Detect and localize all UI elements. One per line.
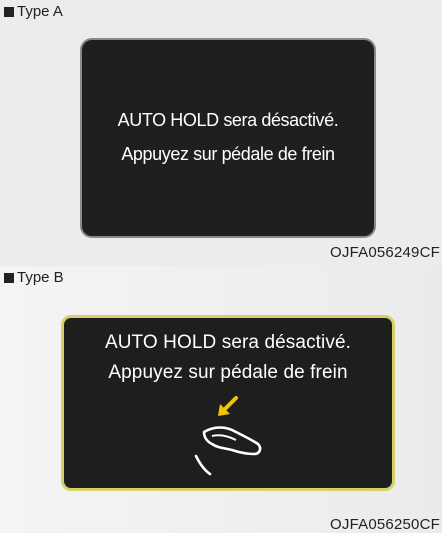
type-a-display-screen: AUTO HOLD sera désactivé. Appuyez sur pé… — [80, 38, 376, 238]
type-b-message-line1: AUTO HOLD sera désactivé. — [104, 332, 352, 353]
type-b-figure-code: OJFA056250CF — [330, 516, 440, 533]
type-a-message-line2: Appuyez sur pédale de frein — [121, 144, 335, 164]
brake-pedal-press-icon — [194, 396, 262, 476]
type-a-label-text: Type A — [17, 3, 63, 20]
bullet-square-icon — [4, 272, 14, 283]
type-b-label: Type B — [4, 269, 64, 286]
bullet-square-icon — [4, 6, 14, 17]
type-b-label-text: Type B — [17, 269, 64, 286]
type-b-message-line2: Appuyez sur pédale de frein — [108, 362, 348, 383]
type-a-figure-code: OJFA056249CF — [330, 244, 440, 261]
type-a-label: Type A — [4, 3, 63, 20]
type-b-display-screen: AUTO HOLD sera désactivé. Appuyez sur pé… — [61, 315, 395, 491]
type-a-message-line1: AUTO HOLD sera désactivé. — [117, 110, 339, 130]
type-b-panel: Type B AUTO HOLD sera désactivé. Appuyez… — [0, 266, 442, 533]
type-a-panel: Type A AUTO HOLD sera désactivé. Appuyez… — [0, 0, 442, 266]
